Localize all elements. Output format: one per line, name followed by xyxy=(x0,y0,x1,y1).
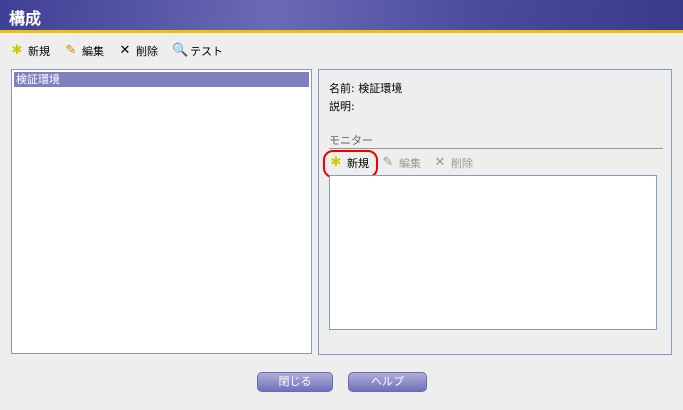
edit-button[interactable]: ✎ 編集 xyxy=(64,43,104,59)
monitor-new-label: 新規 xyxy=(347,157,369,170)
title-bar: 構成 xyxy=(0,0,683,33)
name-label: 名前: xyxy=(329,82,355,95)
test-label: テスト xyxy=(190,45,223,58)
monitor-edit-label: 編集 xyxy=(399,157,421,170)
monitor-delete-button[interactable]: ✕ 削除 xyxy=(433,155,473,171)
pencil-icon: ✎ xyxy=(382,155,394,170)
new-label: 新規 xyxy=(28,45,50,58)
list-item[interactable]: 検証環境 xyxy=(14,72,309,87)
pencil-icon: ✎ xyxy=(65,43,77,58)
close-button[interactable]: 閉じる xyxy=(257,372,333,392)
delete-button[interactable]: ✕ 削除 xyxy=(118,43,158,59)
details-panel: 名前: 検証環境 説明: モニター ✱ 新規 ✎ 編集 ✕ 削除 xyxy=(318,69,672,355)
monitor-edit-button[interactable]: ✎ 編集 xyxy=(381,155,421,171)
page-title: 構成 xyxy=(9,9,42,28)
new-icon: ✱ xyxy=(11,43,23,58)
monitor-new-button[interactable]: ✱ 新規 xyxy=(329,155,369,171)
delete-label: 削除 xyxy=(136,45,158,58)
new-icon: ✱ xyxy=(330,155,342,170)
monitor-delete-label: 削除 xyxy=(451,157,473,170)
toolbar: ✱ 新規 ✎ 編集 ✕ 削除 🔍 テスト xyxy=(10,43,223,59)
help-button[interactable]: ヘルプ xyxy=(348,372,427,392)
name-value: 検証環境 xyxy=(358,82,403,95)
description-label: 説明: xyxy=(329,100,355,113)
x-icon: ✕ xyxy=(434,155,446,170)
edit-label: 編集 xyxy=(82,45,104,58)
monitor-header: モニター xyxy=(329,134,373,147)
divider xyxy=(329,148,663,149)
new-button[interactable]: ✱ 新規 xyxy=(10,43,50,59)
configuration-list[interactable]: 検証環境 xyxy=(11,69,312,354)
monitor-list[interactable] xyxy=(329,175,657,330)
x-icon: ✕ xyxy=(119,43,131,58)
magnifier-icon: 🔍 xyxy=(172,43,189,58)
test-button[interactable]: 🔍 テスト xyxy=(172,43,223,59)
